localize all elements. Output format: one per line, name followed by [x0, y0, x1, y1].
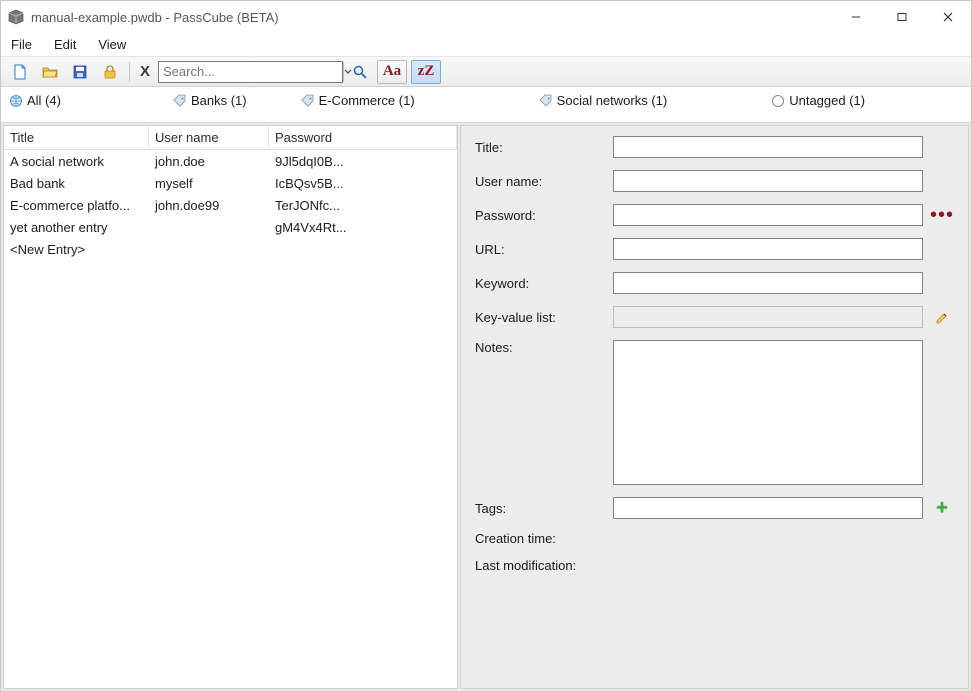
chevron-down-icon	[344, 68, 352, 76]
cell-pwd: 9Jl5dqI0B...	[269, 151, 457, 172]
kvlist-field[interactable]	[613, 306, 923, 328]
label-user: User name:	[475, 174, 605, 189]
filter-all-label: All (4)	[27, 93, 61, 108]
open-folder-icon	[42, 64, 58, 80]
notes-textarea[interactable]	[613, 340, 923, 485]
window-title: manual-example.pwdb - PassCube (BETA)	[31, 10, 279, 25]
main-split: Title User name Password A social networ…	[1, 123, 971, 691]
username-field[interactable]	[613, 170, 923, 192]
cell-user: myself	[149, 173, 269, 194]
url-field[interactable]	[613, 238, 923, 260]
cell-pwd: IcBQsv5B...	[269, 173, 457, 194]
filter-ecommerce[interactable]: E-Commerce (1)	[299, 91, 429, 112]
cell-user: john.doe99	[149, 195, 269, 216]
new-file-button[interactable]	[7, 60, 33, 84]
entry-list-header: Title User name Password	[4, 126, 457, 150]
label-url: URL:	[475, 242, 605, 257]
tag-icon	[301, 94, 315, 108]
label-password: Password:	[475, 208, 605, 223]
lock-button[interactable]	[97, 60, 123, 84]
cell-pwd: TerJONfc...	[269, 195, 457, 216]
cell-user: john.doe	[149, 151, 269, 172]
menu-edit[interactable]: Edit	[50, 35, 80, 54]
window-titlebar: manual-example.pwdb - PassCube (BETA)	[1, 1, 971, 33]
filter-ecom-label: E-Commerce (1)	[319, 93, 415, 108]
tag-icon	[173, 94, 187, 108]
pencil-icon	[934, 309, 950, 325]
tag-icon	[539, 94, 553, 108]
details-pane: Title: User name: Password: ••• URL: Key…	[460, 125, 969, 689]
app-icon	[7, 8, 25, 26]
cell-title: A social network	[4, 151, 149, 172]
edit-kvlist-button[interactable]	[931, 309, 953, 325]
reveal-password-button[interactable]: •••	[931, 210, 953, 220]
cell-title: yet another entry	[4, 217, 149, 238]
label-kvl: Key-value list:	[475, 310, 605, 325]
cell-pwd: gM4Vx4Rt...	[269, 217, 457, 238]
filter-bar: All (4) Banks (1) E-Commerce (1) Social …	[1, 87, 971, 123]
table-row[interactable]: yet another entry gM4Vx4Rt...	[4, 216, 457, 238]
menubar: File Edit View	[1, 33, 971, 57]
search-combobox[interactable]	[158, 61, 343, 83]
label-notes: Notes:	[475, 340, 605, 355]
filter-all[interactable]: All (4)	[7, 91, 75, 112]
label-title: Title:	[475, 140, 605, 155]
table-row[interactable]: Bad bank myself IcBQsv5B...	[4, 172, 457, 194]
table-row[interactable]: E-commerce platfo... john.doe99 TerJONfc…	[4, 194, 457, 216]
tags-field[interactable]	[613, 497, 923, 519]
filter-social-label: Social networks (1)	[557, 93, 668, 108]
toolbar-separator	[129, 62, 130, 82]
entry-list-pane: Title User name Password A social networ…	[3, 125, 458, 689]
fuzzy-toggle[interactable]: zZ	[411, 60, 441, 84]
menu-view[interactable]: View	[94, 35, 130, 54]
title-field[interactable]	[613, 136, 923, 158]
label-ctime: Creation time:	[475, 531, 605, 546]
maximize-icon	[897, 12, 907, 22]
filter-banks[interactable]: Banks (1)	[171, 91, 261, 112]
cell-title: Bad bank	[4, 173, 149, 194]
save-button[interactable]	[67, 60, 93, 84]
case-sensitive-toggle[interactable]: Aa	[377, 60, 407, 84]
label-keyword: Keyword:	[475, 276, 605, 291]
circle-outline-icon	[771, 94, 785, 108]
column-header-title[interactable]: Title	[4, 126, 149, 149]
column-header-user[interactable]: User name	[149, 126, 269, 149]
filter-untagged[interactable]: Untagged (1)	[769, 91, 879, 112]
save-icon	[72, 64, 88, 80]
search-input[interactable]	[159, 62, 343, 82]
column-header-pwd[interactable]: Password	[269, 126, 457, 149]
search-icon	[352, 64, 368, 80]
lock-icon	[102, 64, 118, 80]
filter-social[interactable]: Social networks (1)	[537, 91, 682, 112]
close-icon	[943, 12, 953, 22]
clear-search-button[interactable]: X	[136, 61, 154, 83]
window-maximize-button[interactable]	[879, 1, 925, 33]
filter-banks-label: Banks (1)	[191, 93, 247, 108]
cell-title: <New Entry>	[4, 239, 149, 260]
toolbar: X Aa zZ	[1, 57, 971, 87]
add-tag-button[interactable]: +	[931, 500, 953, 516]
password-field[interactable]	[613, 204, 923, 226]
open-file-button[interactable]	[37, 60, 63, 84]
minimize-icon	[851, 12, 861, 22]
label-mtime: Last modification:	[475, 558, 605, 573]
menu-file[interactable]: File	[7, 35, 36, 54]
filter-untagged-label: Untagged (1)	[789, 93, 865, 108]
table-row-new[interactable]: <New Entry>	[4, 238, 457, 260]
new-file-icon	[12, 64, 28, 80]
plus-icon: +	[936, 500, 948, 516]
label-tags: Tags:	[475, 501, 605, 516]
cell-title: E-commerce platfo...	[4, 195, 149, 216]
window-minimize-button[interactable]	[833, 1, 879, 33]
keyword-field[interactable]	[613, 272, 923, 294]
globe-icon	[9, 94, 23, 108]
search-dropdown-button[interactable]	[343, 62, 352, 82]
entry-list-body[interactable]: A social network john.doe 9Jl5dqI0B... B…	[4, 150, 457, 688]
table-row[interactable]: A social network john.doe 9Jl5dqI0B...	[4, 150, 457, 172]
dots-icon: •••	[930, 210, 954, 220]
window-close-button[interactable]	[925, 1, 971, 33]
